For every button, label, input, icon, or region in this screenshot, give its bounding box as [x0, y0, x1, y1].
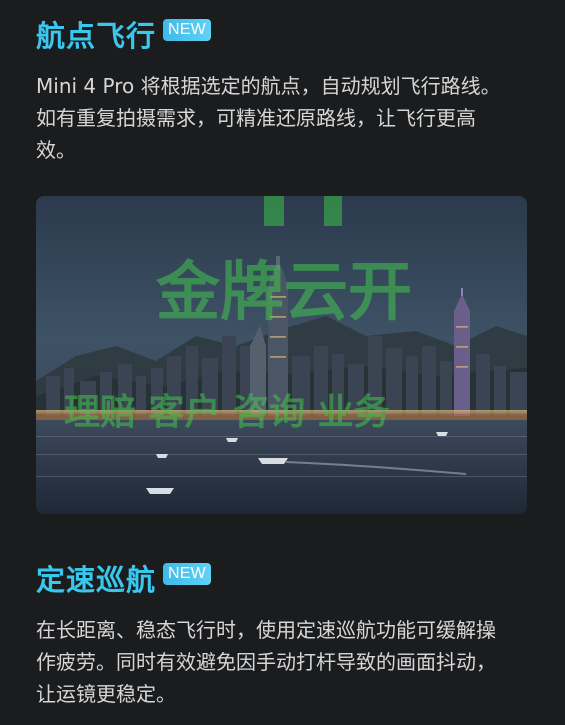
watermark-line1: 金牌云开: [155, 256, 412, 330]
waypoint-heading-row: 航点飞行 NEW: [36, 16, 536, 56]
waypoint-description: Mini 4 Pro 将根据选定的航点，自动规划飞行路线。如有重复拍摄需求，可精…: [36, 74, 501, 162]
skyline-illustration: 金牌云开 理赔 客户 咨询 业务: [36, 196, 527, 514]
watermark-line2: 理赔 客户 咨询 业务: [64, 392, 390, 433]
harbour-skyline-photo: 金牌云开 理赔 客户 咨询 业务: [36, 196, 527, 514]
cruise-heading-row: 定速巡航 NEW: [36, 560, 536, 600]
waypoint-title: 航点飞行: [36, 19, 157, 53]
new-badge: NEW: [163, 563, 211, 585]
cruise-description: 在长距离、稳态飞行时，使用定速巡航功能可缓解操作疲劳。同时有效避免因手动打杆导致…: [36, 618, 496, 706]
new-badge: NEW: [163, 19, 211, 41]
waypoint-section: 航点飞行 NEW Mini 4 Pro 将根据选定的航点，自动规划飞行路线。如有…: [36, 16, 536, 166]
cruise-section: 定速巡航 NEW 在长距离、稳态飞行时，使用定速巡航功能可缓解操作疲劳。同时有效…: [36, 560, 536, 710]
cruise-title: 定速巡航: [36, 563, 157, 597]
